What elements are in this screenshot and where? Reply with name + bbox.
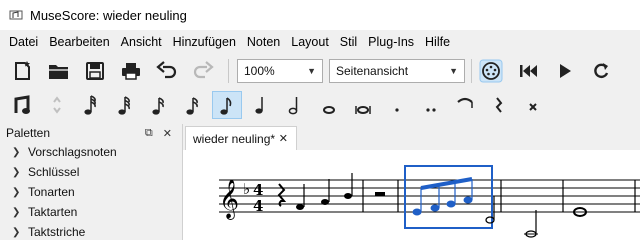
score-canvas[interactable]: 𝄞 ♭ 4 4: [183, 150, 640, 240]
chevron-right-icon: ❯: [12, 226, 21, 238]
score-tab-bar: wieder neuling* ✕: [183, 124, 640, 150]
redo-icon[interactable]: [188, 57, 218, 85]
augmentation-dot-icon[interactable]: [382, 91, 412, 119]
file-toolbar: 100% ▼ Seitenansicht ▼: [0, 54, 640, 88]
menu-hilfe[interactable]: Hilfe: [420, 35, 456, 49]
menu-bar: Datei Bearbeiten Ansicht Hinzufügen Note…: [0, 30, 640, 54]
open-folder-icon[interactable]: [44, 57, 74, 85]
palettes-panel: Paletten ⧉ ✕ ❯ Vorschlagsnoten ❯ Schlüssel…: [0, 124, 180, 240]
quarter-note-icon[interactable]: [246, 91, 276, 119]
musescore-app-icon: [8, 8, 24, 22]
midi-input-icon[interactable]: [476, 57, 506, 85]
quarter-rest: [277, 183, 287, 207]
treble-clef: 𝄞: [219, 179, 239, 220]
chevron-down-icon: ▼: [307, 66, 316, 76]
new-score-icon[interactable]: [8, 57, 38, 85]
score-area: wieder neuling* ✕ 𝄞 ♭ 4 4: [182, 124, 640, 240]
time-signature-bottom: 4: [253, 197, 263, 215]
toolbar-separator: [228, 59, 229, 83]
chevron-right-icon: ❯: [12, 186, 21, 198]
undo-icon[interactable]: [152, 57, 182, 85]
note-input-toolbar: [0, 88, 640, 122]
16th-note-icon[interactable]: [178, 91, 208, 119]
beamed-eighth-notes: [412, 177, 473, 216]
breve-note-icon[interactable]: [348, 91, 378, 119]
rest-icon[interactable]: [484, 91, 514, 119]
chevron-right-icon: ❯: [12, 146, 21, 158]
menu-layout[interactable]: Layout: [286, 35, 335, 49]
title-bar: MuseScore: wieder neuling: [0, 0, 640, 30]
view-mode-select[interactable]: Seitenansicht ▼: [329, 59, 465, 83]
palettes-title: Paletten: [6, 126, 51, 140]
note: [524, 210, 538, 238]
zoom-value: 100%: [244, 64, 275, 78]
palettes-header: Paletten ⧉ ✕: [0, 124, 180, 142]
palette-item[interactable]: ❯ Tonarten: [0, 182, 180, 202]
eighth-note-icon[interactable]: [212, 91, 242, 119]
flat-sign: ♭: [243, 180, 250, 198]
menu-stil[interactable]: Stil: [335, 35, 363, 49]
chevron-down-icon: ▼: [449, 66, 458, 76]
menu-hinzufuegen[interactable]: Hinzufügen: [168, 35, 242, 49]
window-title: MuseScore: wieder neuling: [30, 7, 187, 23]
chevron-right-icon: ❯: [12, 206, 21, 218]
undock-icon[interactable]: ⧉: [145, 127, 153, 140]
tie-icon[interactable]: [450, 91, 480, 119]
32nd-note-icon[interactable]: [144, 91, 174, 119]
view-mode-value: Seitenansicht: [336, 64, 409, 78]
note: [321, 179, 330, 205]
palette-item[interactable]: ❯ Schlüssel: [0, 162, 180, 182]
close-icon[interactable]: ✕: [163, 127, 172, 140]
print-icon[interactable]: [116, 57, 146, 85]
loop-icon[interactable]: [586, 57, 616, 85]
note-input-mode-icon[interactable]: [8, 91, 38, 119]
input-mode-dropdown-icon[interactable]: [42, 91, 72, 119]
double-dot-icon[interactable]: [416, 91, 446, 119]
64th-note-icon[interactable]: [110, 91, 140, 119]
half-note-icon[interactable]: [280, 91, 310, 119]
menu-datei[interactable]: Datei: [4, 35, 44, 49]
cross-icon[interactable]: [518, 91, 548, 119]
menu-plugins[interactable]: Plug-Ins: [363, 35, 420, 49]
palette-item[interactable]: ❯ Taktarten: [0, 202, 180, 222]
note: [344, 173, 353, 199]
palette-item[interactable]: ❯ Taktstriche: [0, 222, 180, 240]
menu-bearbeiten[interactable]: Bearbeiten: [44, 35, 115, 49]
rewind-icon[interactable]: [514, 57, 544, 85]
chevron-right-icon: ❯: [12, 166, 21, 178]
toolbar-separator: [471, 59, 472, 83]
close-tab-icon[interactable]: ✕: [279, 132, 288, 145]
score-staff-svg: 𝄞 ♭ 4 4: [219, 165, 640, 238]
128th-note-icon[interactable]: [76, 91, 106, 119]
score-tab-label: wieder neuling*: [193, 131, 276, 146]
score-tab[interactable]: wieder neuling* ✕: [185, 126, 297, 150]
save-icon[interactable]: [80, 57, 110, 85]
zoom-select[interactable]: 100% ▼: [237, 59, 323, 83]
selection-rectangle: [404, 165, 493, 229]
play-icon[interactable]: [550, 57, 580, 85]
palette-item[interactable]: ❯ Vorschlagsnoten: [0, 142, 180, 162]
menu-ansicht[interactable]: Ansicht: [116, 35, 168, 49]
whole-note-icon[interactable]: [314, 91, 344, 119]
half-rest: [375, 192, 385, 196]
menu-noten[interactable]: Noten: [242, 35, 286, 49]
